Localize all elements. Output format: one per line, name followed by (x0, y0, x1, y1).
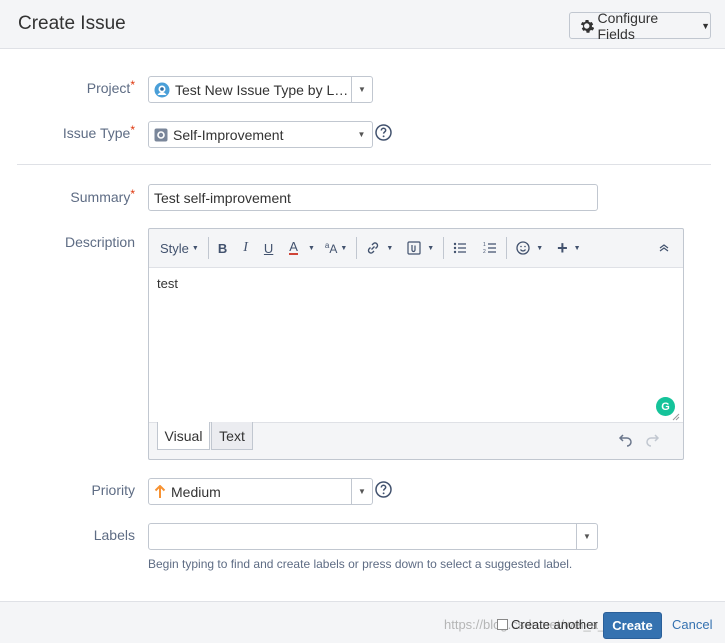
configure-fields-button[interactable]: Configure Fields ▼ (569, 9, 711, 42)
bullet-list-button[interactable] (448, 236, 472, 260)
toolbar-separator (443, 237, 445, 259)
link-icon (368, 242, 379, 254)
style-label: Style (160, 240, 189, 256)
chevron-down-icon: ▼ (191, 244, 199, 252)
attachment-icon (407, 241, 421, 255)
create-button[interactable]: Create (603, 612, 662, 639)
description-text-area[interactable]: test G (149, 267, 683, 423)
tab-text[interactable]: Text (211, 422, 253, 450)
text-color-button[interactable]: A ▼ (284, 236, 320, 260)
chevron-down-icon[interactable]: ▼ (576, 524, 597, 549)
project-avatar-icon (154, 82, 170, 98)
chevron-up-double-icon (659, 244, 669, 252)
issue-type-label: Issue Type* (62, 123, 135, 141)
dialog-header: Create Issue Configure Fields ▼ (0, 0, 725, 49)
help-icon[interactable] (375, 481, 392, 498)
toolbar-separator (506, 237, 508, 259)
emoji-icon (516, 241, 530, 255)
chevron-down-icon[interactable]: ▼ (351, 122, 372, 147)
configure-fields-label: Configure Fields (597, 9, 659, 42)
text-color-icon: A (289, 239, 298, 255)
chevron-down-icon: ▼ (701, 20, 710, 31)
link-button[interactable]: ▼ (361, 236, 398, 260)
priority-medium-icon (154, 484, 166, 499)
insert-more-button[interactable]: + ▼ (552, 236, 585, 260)
description-label: Description (64, 234, 135, 250)
text-size-icon: aA (324, 240, 338, 256)
redo-icon[interactable] (644, 431, 660, 447)
chevron-down-icon: ▼ (386, 244, 394, 252)
description-editor: Style ▼ B I U A ▼ aA ▼ ▼ ▼ 12 ▼ + ▼ test… (148, 228, 684, 460)
chevron-down-icon[interactable]: ▼ (351, 77, 372, 102)
priority-label: Priority (91, 482, 135, 498)
description-content: test (157, 276, 178, 291)
chevron-down-icon: ▼ (573, 244, 581, 252)
issue-type-select[interactable]: Self-Improvement ▼ (148, 121, 373, 148)
italic-button[interactable]: I (238, 236, 253, 260)
dialog-footer: https://blog.csdn.net/wei_a__Lifeng Crea… (0, 601, 725, 643)
numbered-list-icon: 12 (483, 242, 497, 255)
summary-label: Summary* (70, 187, 135, 205)
plus-icon: + (557, 238, 568, 258)
issue-type-value: Self-Improvement (173, 126, 284, 143)
chevron-down-icon: ▼ (536, 244, 544, 252)
toolbar-separator (207, 237, 209, 259)
cancel-link[interactable]: Cancel (672, 617, 712, 632)
chevron-down-icon: ▼ (427, 244, 435, 252)
checkbox-icon[interactable] (497, 619, 508, 630)
help-icon[interactable] (375, 124, 392, 141)
resize-grip-icon[interactable] (672, 413, 680, 421)
labels-label: Labels (93, 527, 135, 543)
underline-button[interactable]: U (259, 236, 278, 260)
toolbar-separator (356, 237, 358, 259)
undo-icon[interactable] (618, 431, 634, 447)
project-label: Project* (86, 78, 135, 96)
text-size-button[interactable]: aA ▼ (320, 236, 352, 260)
chevron-down-icon[interactable]: ▼ (351, 479, 372, 504)
editor-toolbar: Style ▼ B I U A ▼ aA ▼ ▼ ▼ 12 ▼ + ▼ (149, 229, 683, 267)
create-another-checkbox[interactable]: Create another (497, 617, 598, 632)
svg-text:2: 2 (483, 249, 486, 255)
tab-visual[interactable]: Visual (157, 422, 210, 450)
collapse-toolbar-button[interactable] (653, 236, 675, 260)
labels-hint: Begin typing to find and create labels o… (148, 557, 573, 571)
chevron-down-icon: ▼ (340, 244, 348, 252)
project-value: Test New Issue Type by LEO… (175, 81, 351, 98)
project-select[interactable]: Test New Issue Type by LEO… ▼ (148, 76, 373, 103)
attachment-button[interactable]: ▼ (402, 236, 439, 260)
style-dropdown[interactable]: Style ▼ (155, 236, 204, 260)
create-another-label: Create another (511, 617, 598, 632)
gear-icon (580, 19, 595, 33)
svg-text:1: 1 (483, 242, 486, 248)
emoji-button[interactable]: ▼ (511, 236, 548, 260)
numbered-list-button[interactable]: 12 (478, 236, 502, 260)
chevron-down-icon: ▼ (307, 244, 315, 252)
issue-type-icon (154, 128, 168, 142)
summary-input[interactable] (148, 184, 598, 211)
priority-value: Medium (171, 483, 221, 500)
labels-input[interactable]: ▼ (148, 523, 598, 550)
dialog-title: Create Issue (18, 13, 126, 34)
bullet-list-icon (453, 242, 467, 254)
section-divider (17, 164, 711, 165)
priority-select[interactable]: Medium ▼ (148, 478, 373, 505)
bold-button[interactable]: B (213, 236, 232, 260)
